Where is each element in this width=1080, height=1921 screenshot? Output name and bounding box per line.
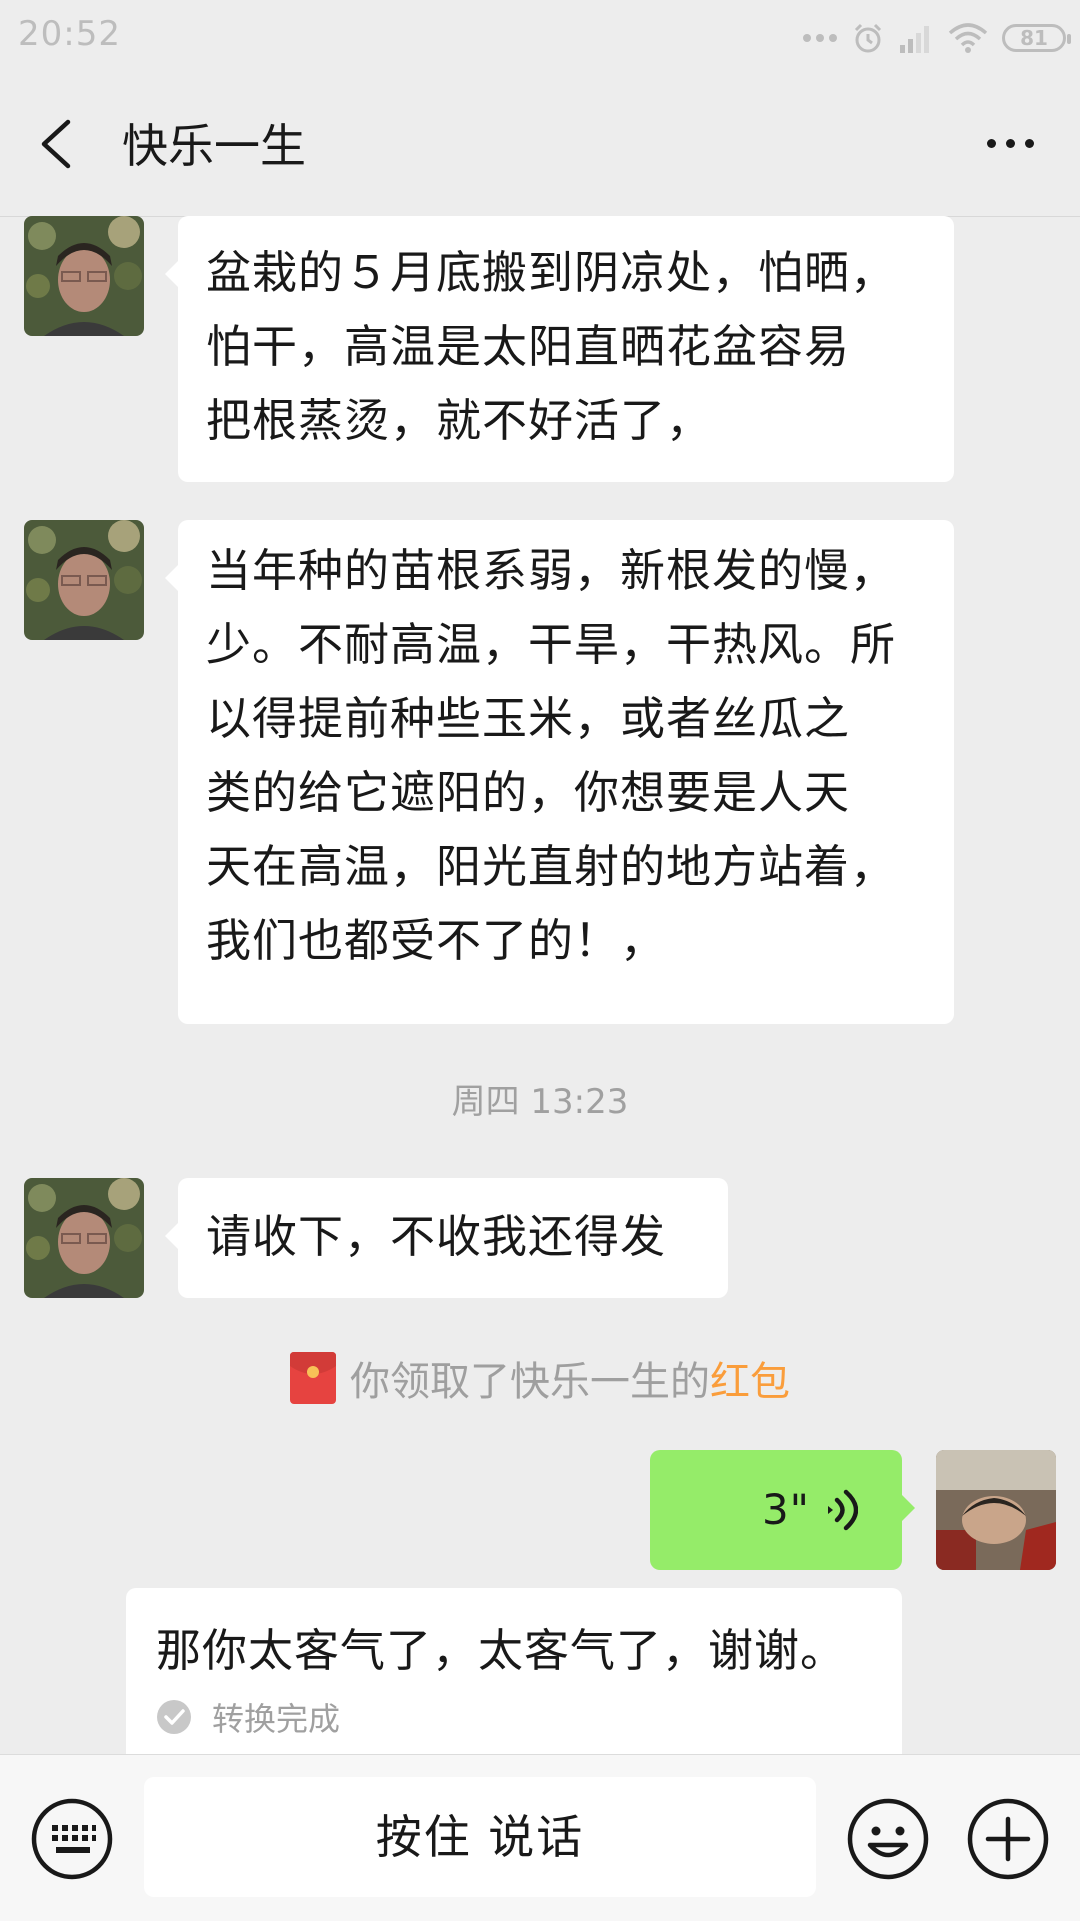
message-line: 把根蒸烫，就不好活了， [206, 394, 713, 447]
signal-icon [900, 26, 929, 53]
status-icons: 81 [802, 18, 1071, 58]
message-list[interactable]: 盆栽的５月底搬到阴凉处，怕晒， 怕干，高温是太阳直晒花盆容易 把根蒸烫，就不好活… [0, 216, 1080, 1754]
hold-to-talk-button[interactable]: 按住 说话 [144, 1777, 816, 1897]
status-time: 20:52 [18, 14, 121, 54]
status-bar: 20:52 81 [0, 0, 1080, 74]
alarm-icon [854, 23, 882, 53]
message-line: 类的给它遮阳的，你想要是人天 [206, 766, 851, 819]
battery-icon: 81 [1002, 24, 1071, 52]
wifi-icon [948, 23, 988, 53]
chat-title: 快乐一生 [122, 119, 306, 173]
message-line: 请收下，不收我还得发 [206, 1210, 667, 1263]
message-bubble[interactable]: 当年种的苗根系弱，新根发的慢， 少。不耐高温，干旱，干热风。所 以得提前种些玉米… [165, 520, 954, 1024]
check-circle-icon [157, 1700, 191, 1734]
more-dots-status-icon [803, 34, 837, 42]
red-packet-link[interactable]: 红包 [710, 1349, 790, 1407]
red-packet-notice: 你领取了快乐一生的 红包 [0, 1348, 1080, 1408]
message-line: 盆栽的５月底搬到阴凉处，怕晒， [206, 246, 897, 299]
voice-duration: 3" [761, 1485, 810, 1534]
voice-transcript[interactable]: 那你太客气了，太客气了，谢谢。 转换完成 [126, 1588, 902, 1754]
message-line: 当年种的苗根系弱，新根发的慢， [206, 544, 897, 597]
message-line: 怕干，高温是太阳直晒花盆容易 [206, 320, 851, 373]
chat-timestamp: 周四 13:23 [451, 1082, 629, 1122]
message-line: 少。不耐高温，干旱，干热风。所 [206, 618, 897, 671]
voice-wave-icon [828, 1489, 858, 1531]
message-bubble[interactable]: 请收下，不收我还得发 [165, 1178, 728, 1298]
red-packet-notice-text: 你领取了快乐一生的 [350, 1359, 710, 1405]
contact-avatar[interactable] [24, 216, 144, 336]
input-bar: 按住 说话 [0, 1754, 1080, 1921]
contact-avatar[interactable] [24, 520, 144, 640]
plus-icon[interactable] [966, 1797, 1050, 1881]
more-options-icon[interactable] [970, 118, 1050, 168]
voice-message-bubble[interactable]: 3" [650, 1450, 915, 1570]
transcript-text: 那你太客气了，太客气了，谢谢。 [156, 1624, 847, 1677]
message-line: 天在高温，阳光直射的地方站着， [206, 840, 897, 893]
self-avatar[interactable] [936, 1450, 1056, 1570]
keyboard-icon[interactable] [30, 1797, 114, 1881]
red-packet-icon [290, 1352, 336, 1404]
message-line: 我们也都受不了的！， [206, 914, 667, 967]
transcript-status-label: 转换完成 [212, 1700, 341, 1738]
message-line: 以得提前种些玉米，或者丝瓜之 [206, 692, 851, 745]
chat-header: 快乐一生 [0, 74, 1080, 217]
contact-avatar[interactable] [24, 1178, 144, 1298]
back-arrow-icon[interactable] [30, 114, 90, 174]
message-bubble[interactable]: 盆栽的５月底搬到阴凉处，怕晒， 怕干，高温是太阳直晒花盆容易 把根蒸烫，就不好活… [165, 216, 954, 482]
transcript-status: 转换完成 [156, 1694, 340, 1740]
emoji-icon[interactable] [846, 1797, 930, 1881]
